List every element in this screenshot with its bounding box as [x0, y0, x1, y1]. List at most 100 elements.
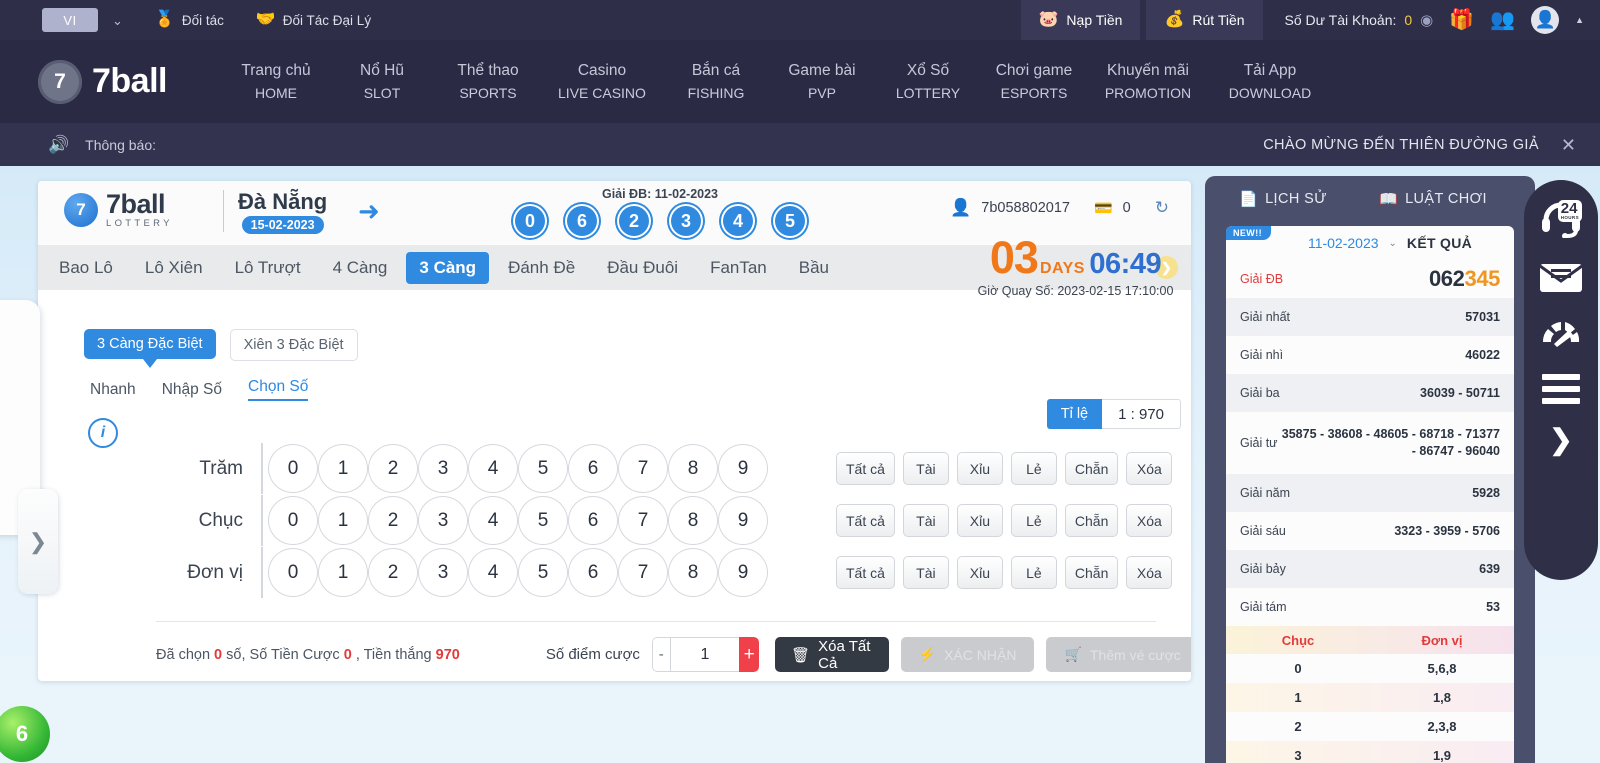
- op-chan[interactable]: Chẵn: [1065, 452, 1118, 485]
- digit-cell[interactable]: 5: [518, 444, 568, 493]
- digit-cell[interactable]: 6: [568, 444, 618, 493]
- op-xiu[interactable]: Xỉu: [957, 504, 1003, 537]
- digit-cell[interactable]: 2: [368, 496, 418, 545]
- digit-cell[interactable]: 0: [268, 496, 318, 545]
- op-xoa[interactable]: Xóa: [1126, 556, 1172, 589]
- digit-cell[interactable]: 3: [418, 548, 468, 597]
- left-drawer-toggle[interactable]: ❯: [18, 489, 58, 594]
- op-xiu[interactable]: Xỉu: [957, 452, 1003, 485]
- mode-nhanh[interactable]: Nhanh: [90, 381, 136, 399]
- collapse-chevron-icon[interactable]: ❯: [1549, 426, 1572, 454]
- digit-cell[interactable]: 1: [318, 444, 368, 493]
- tab-luat-choi[interactable]: 📖 LUẬT CHƠI: [1379, 190, 1487, 208]
- nav-item-lottery[interactable]: Xổ Số LOTTERY: [875, 62, 981, 101]
- op-tai[interactable]: Tài: [903, 504, 949, 537]
- support-24h-icon[interactable]: 24HOURS: [1538, 194, 1584, 240]
- subtab-xien-3-dac-biet[interactable]: Xiên 3 Đặc Biệt: [230, 329, 358, 361]
- digit-cell[interactable]: 9: [718, 496, 768, 545]
- tab-fantan[interactable]: FanTan: [697, 252, 780, 284]
- nav-item-sports[interactable]: Thể thao SPORTS: [435, 62, 541, 101]
- digit-cell[interactable]: 7: [618, 496, 668, 545]
- nav-item-pvp[interactable]: Game bài PVP: [769, 62, 875, 101]
- stepper-increment-button[interactable]: +: [739, 637, 759, 672]
- hamburger-menu-icon[interactable]: [1542, 374, 1580, 404]
- avatar-caret-up-icon[interactable]: ▲: [1575, 15, 1584, 25]
- results-date[interactable]: 11-02-2023: [1308, 235, 1379, 251]
- digit-cell[interactable]: 9: [718, 444, 768, 493]
- tab-lich-su[interactable]: 📄 LỊCH SỬ: [1239, 190, 1327, 208]
- nav-item-fishing[interactable]: Bắn cá FISHING: [663, 62, 769, 101]
- mode-chon-so[interactable]: Chọn Số: [248, 378, 308, 401]
- digit-cell[interactable]: 7: [618, 548, 668, 597]
- eye-icon[interactable]: ◉: [1420, 11, 1433, 29]
- language-chevron-down-icon[interactable]: ⌄: [112, 14, 123, 27]
- op-le[interactable]: Lẻ: [1011, 452, 1057, 485]
- subtab-3-cang-dac-biet[interactable]: 3 Càng Đặc Biệt: [84, 329, 216, 359]
- digit-cell[interactable]: 5: [518, 496, 568, 545]
- digit-cell[interactable]: 0: [268, 444, 318, 493]
- digit-cell[interactable]: 2: [368, 548, 418, 597]
- tab-3-cang[interactable]: 3 Càng: [406, 252, 489, 284]
- tab-bao-lo[interactable]: Bao Lô: [46, 252, 126, 284]
- tab-bau[interactable]: Bầu: [786, 252, 842, 284]
- nav-item-download[interactable]: Tải App DOWNLOAD: [1209, 62, 1331, 101]
- stepper-value[interactable]: 1: [670, 637, 740, 672]
- nav-item-live-casino[interactable]: Casino LIVE CASINO: [541, 62, 663, 101]
- partner-link[interactable]: 🏅 Đối tác: [155, 12, 224, 28]
- op-tat-ca[interactable]: Tất cả: [836, 452, 895, 485]
- chevron-down-icon[interactable]: ⌄: [1389, 238, 1397, 249]
- digit-cell[interactable]: 4: [468, 496, 518, 545]
- op-tai[interactable]: Tài: [903, 452, 949, 485]
- digit-cell[interactable]: 4: [468, 444, 518, 493]
- op-le[interactable]: Lẻ: [1011, 504, 1057, 537]
- digit-cell[interactable]: 1: [318, 548, 368, 597]
- close-icon[interactable]: ✕: [1561, 136, 1576, 154]
- op-tat-ca[interactable]: Tất cả: [836, 556, 895, 589]
- language-selector[interactable]: VI: [42, 8, 98, 32]
- info-icon[interactable]: i: [88, 418, 118, 448]
- mail-icon[interactable]: [1539, 262, 1583, 294]
- tab-lo-xien[interactable]: Lô Xiên: [132, 252, 216, 284]
- digit-cell[interactable]: 3: [418, 444, 468, 493]
- digit-cell[interactable]: 1: [318, 496, 368, 545]
- avatar[interactable]: 👤: [1531, 6, 1559, 34]
- op-chan[interactable]: Chẵn: [1065, 556, 1118, 589]
- op-xoa[interactable]: Xóa: [1126, 504, 1172, 537]
- tab-dau-duoi[interactable]: Đầu Đuôi: [594, 252, 691, 284]
- confirm-button[interactable]: ⚡ XÁC NHẬN: [901, 637, 1035, 672]
- nav-item-esports[interactable]: Chơi game ESPORTS: [981, 62, 1087, 101]
- gift-icon[interactable]: 🎁: [1449, 10, 1474, 30]
- op-xiu[interactable]: Xỉu: [957, 556, 1003, 589]
- digit-cell[interactable]: 5: [518, 548, 568, 597]
- agent-partner-link[interactable]: 🤝 Đối Tác Đại Lý: [256, 12, 371, 28]
- tab-danh-de[interactable]: Đánh Đề: [495, 252, 588, 284]
- digit-cell[interactable]: 0: [268, 548, 318, 597]
- nav-item-promotion[interactable]: Khuyến mãi PROMOTION: [1087, 62, 1209, 101]
- add-to-cart-button[interactable]: 🛒 Thêm vé cược: [1046, 637, 1191, 672]
- digit-cell[interactable]: 7: [618, 444, 668, 493]
- op-chan[interactable]: Chẵn: [1065, 504, 1118, 537]
- digit-cell[interactable]: 8: [668, 444, 718, 493]
- op-tat-ca[interactable]: Tất cả: [836, 504, 895, 537]
- deposit-button[interactable]: 🐷 Nạp Tiền: [1021, 0, 1141, 40]
- nav-item-slot[interactable]: Nổ Hũ SLOT: [329, 62, 435, 101]
- op-xoa[interactable]: Xóa: [1126, 452, 1172, 485]
- site-logo[interactable]: 7 7ball: [38, 60, 167, 104]
- digit-cell[interactable]: 9: [718, 548, 768, 597]
- digit-cell[interactable]: 2: [368, 444, 418, 493]
- tab-4-cang[interactable]: 4 Càng: [320, 252, 401, 284]
- nav-item-home[interactable]: Trang chủ HOME: [223, 62, 329, 101]
- digit-cell[interactable]: 3: [418, 496, 468, 545]
- referral-users-icon[interactable]: 👥: [1490, 10, 1515, 30]
- mode-nhap-so[interactable]: Nhập Số: [162, 381, 222, 399]
- digit-cell[interactable]: 8: [668, 548, 718, 597]
- op-le[interactable]: Lẻ: [1011, 556, 1057, 589]
- digit-cell[interactable]: 6: [568, 548, 618, 597]
- stepper-decrement-button[interactable]: -: [652, 637, 670, 672]
- refresh-icon[interactable]: ↻: [1155, 198, 1169, 218]
- op-tai[interactable]: Tài: [903, 556, 949, 589]
- digit-cell[interactable]: 6: [568, 496, 618, 545]
- digit-cell[interactable]: 4: [468, 548, 518, 597]
- tab-lo-truot[interactable]: Lô Trượt: [222, 252, 314, 284]
- digit-cell[interactable]: 8: [668, 496, 718, 545]
